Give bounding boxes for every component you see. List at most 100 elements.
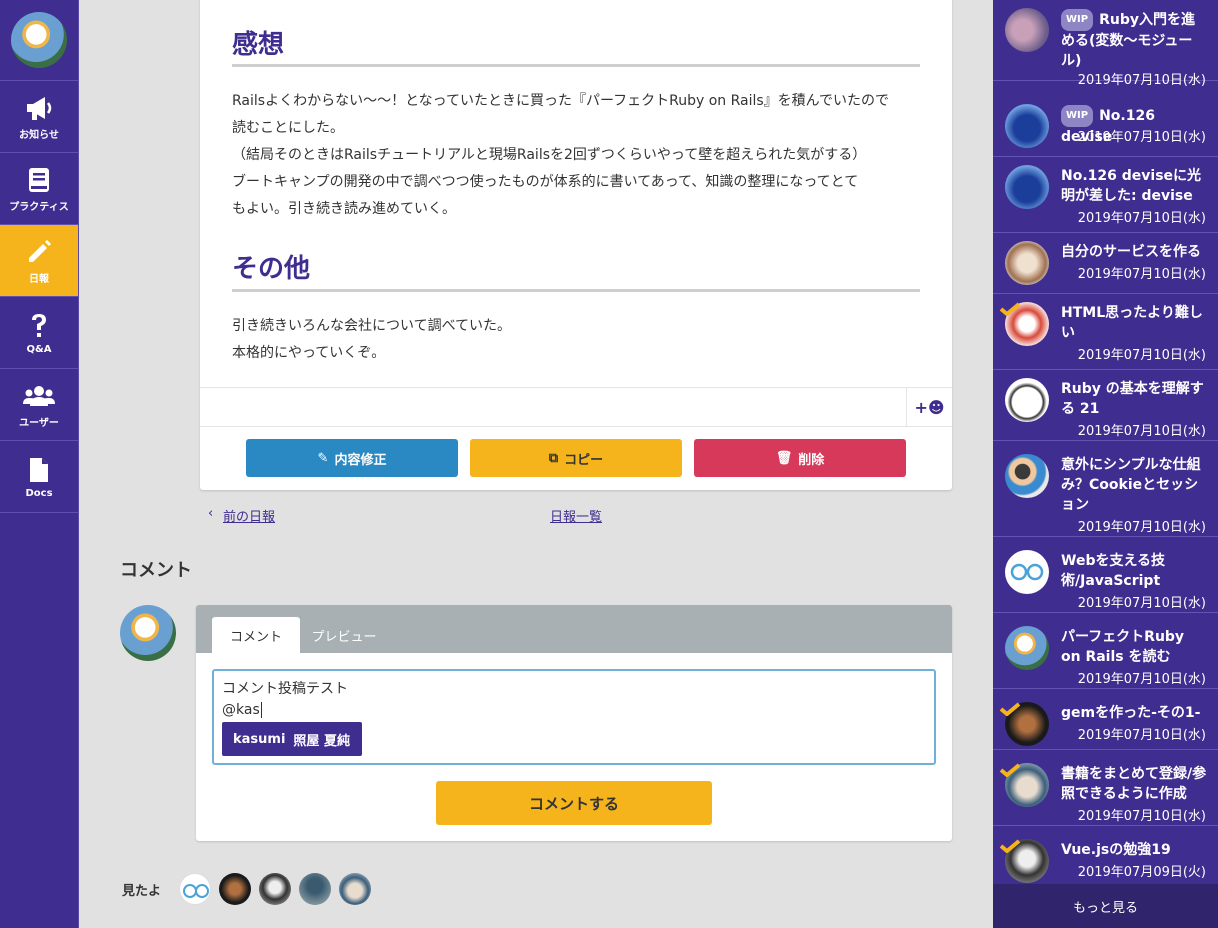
report-date: 2019年07月10日(水) bbox=[1077, 809, 1206, 824]
wip-badge: WIP bbox=[1061, 105, 1094, 127]
seen-label: 見たよ bbox=[122, 884, 162, 899]
nav-item-users[interactable]: ユーザー bbox=[0, 369, 78, 441]
mention-fullname: 照屋 夏純 bbox=[293, 733, 350, 749]
section-heading: その他 bbox=[232, 254, 311, 284]
sidebar-report-item[interactable]: 意外にシンプルな仕組み？Cookieとセッション 2019年07月10日(水) bbox=[993, 441, 1218, 537]
nav-item-practices[interactable]: プラクティス bbox=[0, 153, 78, 225]
avatar bbox=[1005, 454, 1049, 498]
report-title: Ruby の基本を理解する 21 bbox=[1061, 381, 1204, 417]
sidebar-report-item[interactable]: Ruby の基本を理解する 21 2019年07月10日(水) bbox=[993, 370, 1218, 441]
avatar bbox=[1005, 165, 1049, 209]
nav-label: Q&A bbox=[26, 344, 52, 355]
nav-label: Docs bbox=[25, 488, 53, 499]
sidebar-report-item[interactable]: HTML思ったより難しい 2019年07月10日(水) bbox=[993, 294, 1218, 370]
checkmark-icon bbox=[999, 302, 1021, 316]
pencil-icon: ✎ bbox=[317, 450, 329, 466]
sidebar-report-item[interactable]: パーフェクトRuby on Rails を読む 2019年07月10日(水) bbox=[993, 613, 1218, 689]
body-line: 本格的にやっていくぞ。 bbox=[232, 345, 386, 361]
comment-tabs: コメント プレビュー bbox=[196, 605, 952, 653]
report-date: 2019年07月09日(火) bbox=[1077, 865, 1206, 880]
body-line: もよい。引き続き読み進めていく。 bbox=[232, 201, 456, 217]
edit-button[interactable]: ✎ 内容修正 bbox=[246, 439, 458, 477]
sidebar-report-item[interactable]: Vue.jsの勉強19 2019年07月09日(火) bbox=[993, 826, 1218, 884]
mention-suggestion[interactable]: kasumi 照屋 夏純 bbox=[222, 722, 362, 756]
book-icon bbox=[28, 164, 50, 196]
report-date: 2019年07月10日(水) bbox=[1077, 211, 1206, 226]
sidebar-report-item[interactable]: WIP Ruby入門を進める(変数〜モジュール) 2019年07月10日(水) bbox=[993, 0, 1218, 88]
checkmark-icon bbox=[999, 763, 1021, 777]
user-avatar-menu[interactable] bbox=[0, 0, 78, 81]
textarea-line: @kas bbox=[222, 700, 926, 721]
nav-item-qa[interactable]: Q&A bbox=[0, 297, 78, 369]
avatar bbox=[1005, 8, 1049, 52]
tab-preview[interactable]: プレビュー bbox=[300, 617, 388, 653]
recent-reports-sidebar: WIP Ruby入門を進める(変数〜モジュール) 2019年07月10日(水) W… bbox=[993, 0, 1218, 928]
body-line: Railsよくわからない〜〜！となっていたときに買った『パーフェクトRuby o… bbox=[232, 93, 889, 109]
avatar[interactable] bbox=[299, 873, 331, 905]
comment-form: コメント プレビュー コメント投稿テスト @kas kasumi 照屋 夏純 コ… bbox=[196, 605, 952, 841]
nav-item-reports[interactable]: 日報 bbox=[0, 225, 78, 297]
prev-report-link[interactable]: 前の日報 bbox=[223, 506, 275, 525]
nav-item-notices[interactable]: お知らせ bbox=[0, 81, 78, 153]
report-title: gemを作った-その1- bbox=[1061, 705, 1201, 721]
body-line: （結局そのときはRailsチュートリアルと現場Railsを2回ずつくらいやって壁… bbox=[232, 147, 867, 163]
textarea-line: コメント投稿テスト bbox=[222, 681, 348, 697]
copy-label: コピー bbox=[564, 452, 604, 468]
edit-label: 内容修正 bbox=[334, 452, 387, 468]
document-icon bbox=[29, 454, 49, 486]
report-date: 2019年07月10日(水) bbox=[1077, 424, 1206, 439]
show-more-button[interactable]: もっと見る bbox=[993, 884, 1218, 928]
report-title: 意外にシンプルな仕組み？Cookieとセッション bbox=[1061, 457, 1201, 513]
avatar[interactable] bbox=[179, 873, 211, 905]
sidebar-report-item[interactable]: WIP No.126 devise 2019年07月10日(水) bbox=[993, 81, 1218, 157]
report-body-2: 引き続きいろんな会社について調べていた。 本格的にやっていくぞ。 bbox=[232, 313, 920, 367]
megaphone-icon bbox=[24, 92, 54, 124]
sidebar-report-item[interactable]: gemを作った-その1- 2019年07月10日(水) bbox=[993, 689, 1218, 750]
sidebar-report-item[interactable]: Webを支える技術/JavaScript 2019年07月10日(水) bbox=[993, 537, 1218, 613]
avatar[interactable] bbox=[259, 873, 291, 905]
heading-divider bbox=[232, 289, 920, 292]
report-date: 2019年07月10日(水) bbox=[1077, 672, 1206, 687]
add-reaction-button[interactable]: +☻ bbox=[906, 388, 952, 426]
left-nav: お知らせ プラクティス 日報 Q&A ユーザー Docs bbox=[0, 0, 79, 928]
tab-comment[interactable]: コメント bbox=[212, 617, 300, 653]
body-line: ブートキャンプの開発の中で調べつつ使ったものが体系的に書いてあって、知識の整理に… bbox=[232, 174, 859, 190]
section-heading: 感想 bbox=[232, 30, 285, 60]
avatar[interactable] bbox=[339, 873, 371, 905]
body-line: 読むことにした。 bbox=[232, 120, 344, 136]
question-icon bbox=[29, 310, 49, 342]
delete-button[interactable]: 🗑 削除 bbox=[694, 439, 906, 477]
submit-comment-button[interactable]: コメントする bbox=[436, 781, 712, 825]
nav-label: プラクティス bbox=[9, 202, 69, 213]
report-title: WIP Ruby入門を進める(変数〜モジュール) bbox=[1061, 9, 1207, 71]
sidebar-report-item[interactable]: No.126 deviseに光明が差した: devise 2019年07月10日… bbox=[993, 157, 1218, 233]
comment-heading: コメント bbox=[120, 560, 192, 581]
report-title: 書籍をまとめて登録/参照できるように作成 bbox=[1061, 766, 1207, 802]
report-list-link[interactable]: 日報一覧 bbox=[550, 506, 602, 525]
checkmark-icon bbox=[999, 702, 1021, 716]
report-body-1: Railsよくわからない〜〜！となっていたときに買った『パーフェクトRuby o… bbox=[232, 88, 920, 223]
nav-label: お知らせ bbox=[19, 130, 59, 141]
report-date: 2019年07月10日(水) bbox=[1077, 520, 1206, 535]
avatar bbox=[1005, 550, 1049, 594]
nav-item-docs[interactable]: Docs bbox=[0, 441, 78, 513]
textarea-mention-text: @kas bbox=[222, 702, 260, 718]
sidebar-report-item[interactable]: 書籍をまとめて登録/参照できるように作成 2019年07月10日(水) bbox=[993, 750, 1218, 826]
avatar bbox=[1005, 626, 1049, 670]
avatar[interactable] bbox=[219, 873, 251, 905]
body-line: 引き続きいろんな会社について調べていた。 bbox=[232, 318, 512, 334]
copy-button[interactable]: ⧉ コピー bbox=[470, 439, 682, 477]
reaction-bar: +☻ bbox=[200, 387, 952, 427]
report-title: Webを支える技術/JavaScript bbox=[1061, 553, 1166, 589]
report-title: HTML思ったより難しい bbox=[1061, 305, 1203, 341]
report-title: 自分のサービスを作る bbox=[1061, 244, 1201, 260]
wip-badge: WIP bbox=[1061, 9, 1094, 31]
checkmark-icon bbox=[999, 839, 1021, 853]
avatar[interactable] bbox=[11, 12, 67, 68]
avatar bbox=[1005, 378, 1049, 422]
report-title: Vue.jsの勉強19 bbox=[1061, 842, 1171, 858]
sidebar-report-item[interactable]: 自分のサービスを作る 2019年07月10日(水) bbox=[993, 233, 1218, 294]
avatar bbox=[1005, 241, 1049, 285]
report-date: 2019年07月10日(水) bbox=[1077, 728, 1206, 743]
pencil-icon bbox=[26, 236, 52, 268]
